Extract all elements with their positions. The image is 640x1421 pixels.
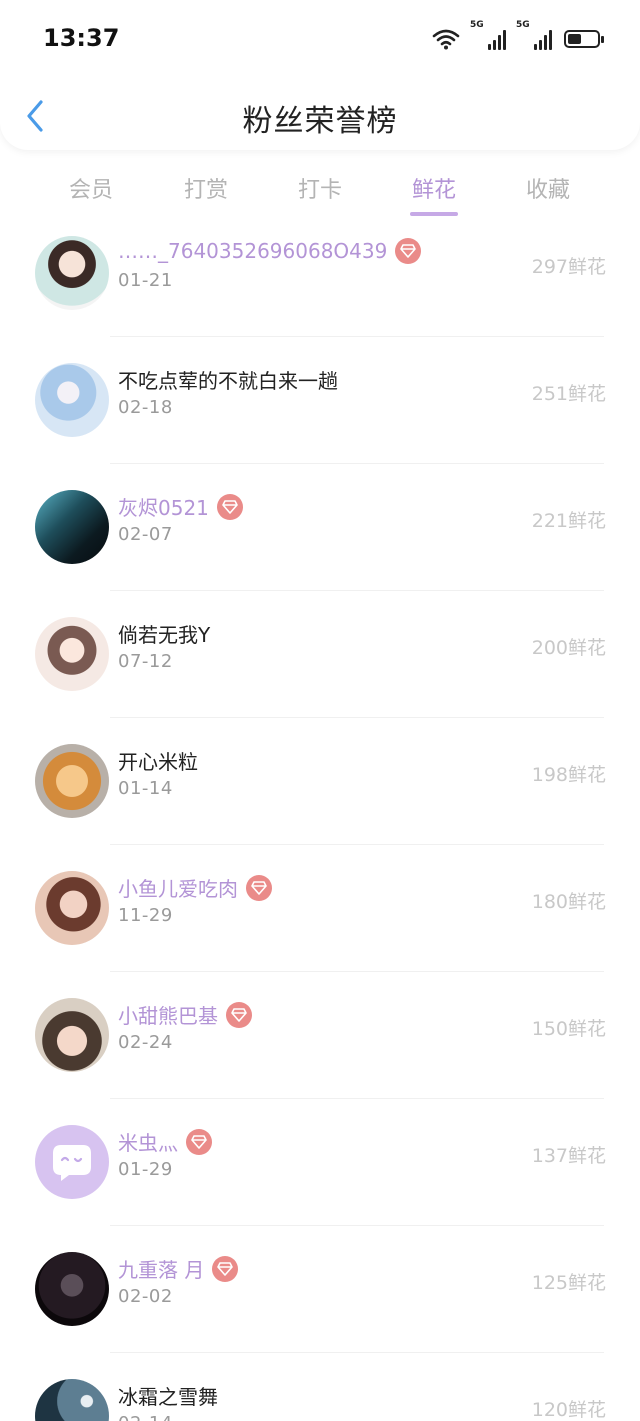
- avatar[interactable]: [35, 363, 109, 437]
- fan-name-text: ……_7640352696068O439: [118, 239, 388, 263]
- tab-flowers[interactable]: 鲜花: [386, 172, 482, 204]
- fan-name[interactable]: 米虫灬: [118, 1127, 212, 1156]
- fan-date: 01-21: [118, 270, 173, 291]
- fan-name-text: 米虫灬: [118, 1131, 178, 1155]
- vip-badge-icon: [216, 493, 243, 520]
- fan-name-text: 九重落 月: [118, 1258, 205, 1282]
- fan-name[interactable]: ……_7640352696068O439: [118, 238, 422, 264]
- fan-name-text: 倘若无我Y: [118, 623, 211, 647]
- network-label-2: 5G: [516, 20, 530, 30]
- avatar[interactable]: [35, 236, 109, 310]
- flower-count: 251鲜花: [531, 383, 606, 405]
- list-item[interactable]: 灰烬0521 02-07 221鲜花: [0, 464, 640, 591]
- list-item[interactable]: 不吃点荤的不就白来一趟 02-18 251鲜花: [0, 337, 640, 464]
- avatar[interactable]: [35, 1379, 109, 1421]
- tab-checkin[interactable]: 打卡: [272, 172, 368, 204]
- list-item[interactable]: 米虫灬 01-29 137鲜花: [0, 1099, 640, 1226]
- flower-count: 198鲜花: [531, 764, 606, 786]
- fan-date: 07-12: [118, 651, 173, 672]
- list-item[interactable]: 九重落 月 02-02 125鲜花: [0, 1226, 640, 1353]
- vip-badge-icon: [246, 874, 272, 901]
- vip-badge-icon: [212, 1255, 239, 1282]
- fan-name-text: 小鱼儿爱吃肉: [118, 877, 238, 901]
- fan-date: 11-29: [118, 905, 173, 926]
- fan-date: 02-07: [118, 524, 173, 545]
- avatar[interactable]: [35, 744, 109, 818]
- fan-name-text: 冰霜之雪舞: [118, 1385, 218, 1409]
- fan-date: 02-14: [118, 1413, 173, 1421]
- fan-date: 02-18: [118, 397, 173, 418]
- fan-name-text: 小甜熊巴基: [118, 1004, 218, 1028]
- list-item[interactable]: ……_7640352696068O439 01-21 297鲜花: [0, 230, 640, 337]
- top-bar: 13:37 5G 5G 粉丝荣誉榜: [0, 0, 640, 150]
- avatar[interactable]: [35, 998, 109, 1072]
- flower-count: 120鲜花: [531, 1399, 606, 1421]
- tab-favorites[interactable]: 收藏: [500, 172, 596, 204]
- fan-name[interactable]: 不吃点荤的不就白来一趟: [118, 365, 338, 394]
- default-avatar-icon: [53, 1145, 91, 1181]
- flower-count: 150鲜花: [531, 1018, 606, 1040]
- fan-date: 02-24: [118, 1032, 173, 1053]
- signal-icon-2: 5G: [516, 20, 552, 50]
- fan-name-text: 灰烬0521: [118, 496, 209, 520]
- fan-date: 01-14: [118, 778, 173, 799]
- list-item[interactable]: 小鱼儿爱吃肉 11-29 180鲜花: [0, 845, 640, 972]
- fan-name[interactable]: 小甜熊巴基: [118, 1000, 252, 1029]
- vip-badge-icon: [395, 238, 422, 264]
- flower-count: 200鲜花: [531, 637, 606, 659]
- battery-fill: [568, 34, 581, 44]
- fan-date: 01-29: [118, 1159, 173, 1180]
- page-title: 粉丝荣誉榜: [242, 104, 398, 139]
- tab-member[interactable]: 会员: [43, 172, 139, 204]
- battery-icon: [564, 30, 604, 48]
- avatar[interactable]: [35, 490, 109, 564]
- signal-icon-1: 5G: [470, 20, 506, 50]
- fan-name[interactable]: 九重落 月: [118, 1254, 239, 1283]
- avatar[interactable]: [35, 1252, 109, 1326]
- flower-count: 297鲜花: [531, 256, 606, 278]
- fan-name[interactable]: 小鱼儿爱吃肉: [118, 873, 272, 902]
- tab-bar: 会员 打赏 打卡 鲜花 收藏: [0, 150, 640, 230]
- fan-name[interactable]: 冰霜之雪舞: [118, 1381, 218, 1410]
- tab-reward[interactable]: 打赏: [158, 172, 254, 204]
- list-item[interactable]: 小甜熊巴基 02-24 150鲜花: [0, 972, 640, 1099]
- avatar[interactable]: [35, 871, 109, 945]
- vip-badge-icon: [226, 1001, 252, 1028]
- vip-badge-icon: [186, 1128, 212, 1155]
- fan-name-text: 不吃点荤的不就白来一趟: [118, 369, 338, 393]
- status-time: 13:37: [43, 24, 120, 52]
- fan-name[interactable]: 灰烬0521: [118, 492, 243, 521]
- wifi-icon: [432, 29, 460, 50]
- avatar[interactable]: [35, 617, 109, 691]
- list-item[interactable]: 冰霜之雪舞 02-14 120鲜花: [0, 1353, 640, 1421]
- avatar[interactable]: [35, 1125, 109, 1199]
- fan-list[interactable]: ……_7640352696068O439 01-21 297鲜花 不吃点荤的不就…: [0, 230, 640, 1421]
- fan-name[interactable]: 倘若无我Y: [118, 619, 210, 648]
- fan-name[interactable]: 开心米粒: [118, 746, 198, 775]
- status-icons: 5G 5G: [432, 20, 604, 54]
- network-label-1: 5G: [470, 20, 484, 30]
- flower-count: 180鲜花: [531, 891, 606, 913]
- flower-count: 125鲜花: [531, 1272, 606, 1294]
- flower-count: 137鲜花: [531, 1145, 606, 1167]
- list-item[interactable]: 倘若无我Y 07-12 200鲜花: [0, 591, 640, 718]
- fan-name-text: 开心米粒: [118, 750, 198, 774]
- list-item[interactable]: 开心米粒 01-14 198鲜花: [0, 718, 640, 845]
- flower-count: 221鲜花: [531, 510, 606, 532]
- tab-indicator: [410, 212, 458, 216]
- fan-date: 02-02: [118, 1286, 173, 1307]
